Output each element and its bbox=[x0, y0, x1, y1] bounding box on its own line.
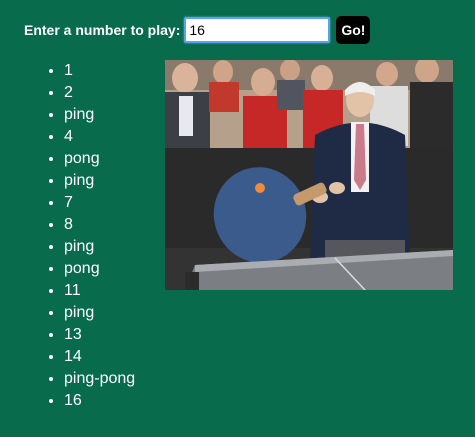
number-input[interactable] bbox=[184, 17, 331, 43]
result-item: 13 bbox=[64, 324, 135, 346]
result-item: 14 bbox=[64, 346, 135, 368]
result-item: ping bbox=[64, 236, 135, 258]
result-item: 7 bbox=[64, 192, 135, 214]
ping-pong-photo-image bbox=[165, 60, 453, 290]
result-item: ping bbox=[64, 302, 135, 324]
result-item: 1 bbox=[64, 60, 135, 82]
result-item: 2 bbox=[64, 82, 135, 104]
result-item: 8 bbox=[64, 214, 135, 236]
result-item: 16 bbox=[64, 390, 135, 412]
go-button[interactable]: Go! bbox=[336, 16, 371, 44]
play-form: Enter a number to play: Go! bbox=[24, 16, 371, 44]
ping-pong-photo bbox=[165, 60, 453, 290]
ball-icon bbox=[255, 183, 265, 193]
result-list: 12ping4pongping78pingpong11ping1314ping-… bbox=[24, 60, 135, 412]
prompt-label: Enter a number to play: bbox=[24, 22, 181, 38]
result-item: ping bbox=[64, 104, 135, 126]
result-item: pong bbox=[64, 258, 135, 280]
result-item: ping-pong bbox=[64, 368, 135, 390]
result-item: 11 bbox=[64, 280, 135, 302]
result-item: ping bbox=[64, 170, 135, 192]
result-item: pong bbox=[64, 148, 135, 170]
result-item: 4 bbox=[64, 126, 135, 148]
